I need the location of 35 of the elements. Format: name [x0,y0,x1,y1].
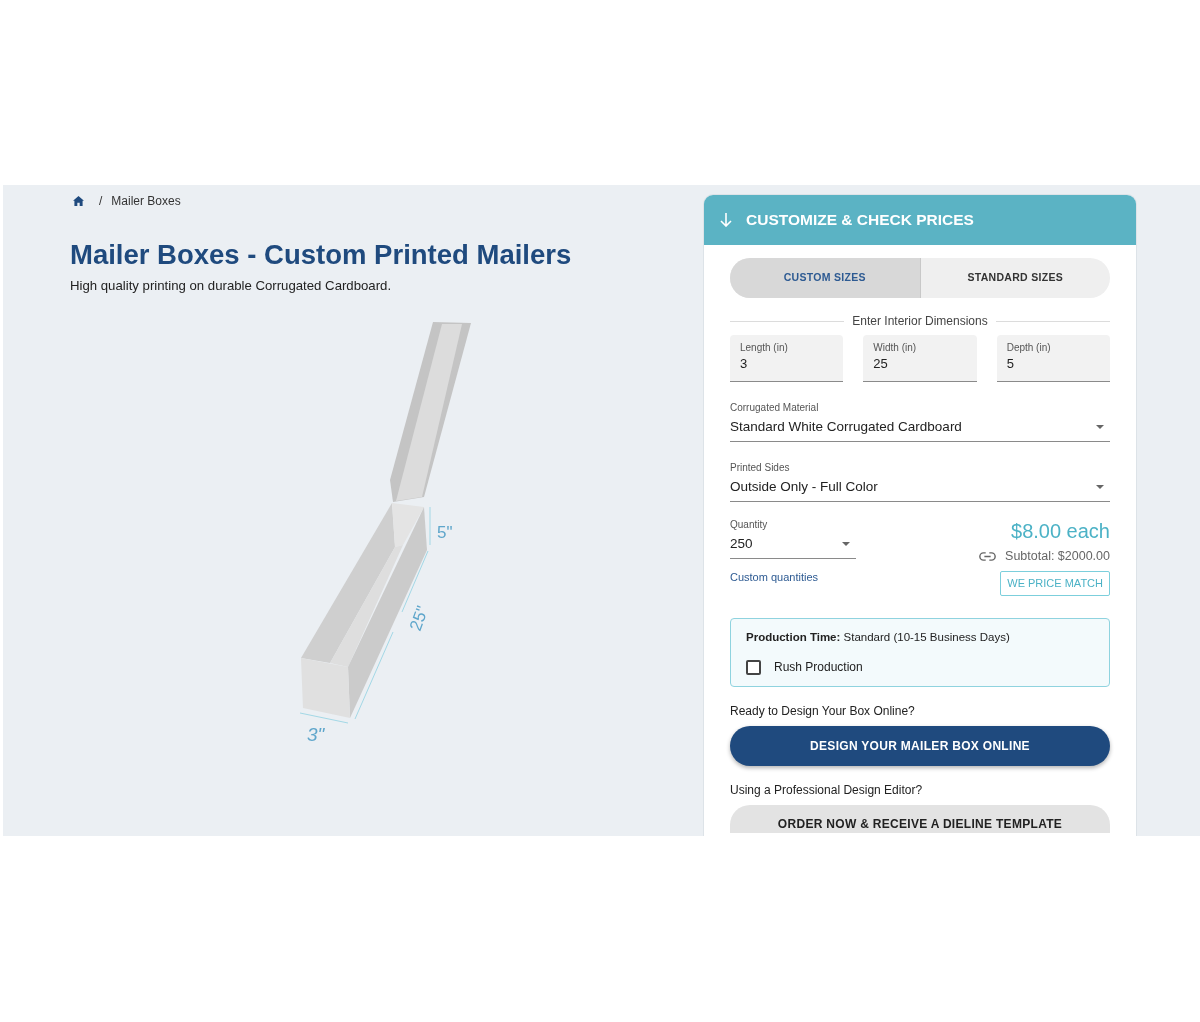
subtotal-text: Subtotal: $2000.00 [1005,548,1110,565]
size-tab[interactable]: STANDARD SIZES [920,258,1110,298]
dimension-field[interactable]: Width (in) 25 [863,335,977,382]
checkbox[interactable] [746,659,761,675]
dimension-field[interactable]: Depth (in) 5 [996,335,1110,382]
unit-price: $8.00 each [1011,519,1110,543]
design-prompt: Ready to Design Your Box Online? [730,703,915,719]
page-subtitle: High quality printing on durable Corrugated Cardboard. [70,277,392,295]
dropdown-field[interactable]: Quantity 250 [730,518,856,559]
dimension-label: 25" [405,603,433,634]
section-heading: Enter Interior Dimensions [851,313,989,329]
card-title: CUSTOMIZE & CHECK PRICES [746,210,974,230]
caret-icon [1096,485,1104,489]
dimension-line [429,506,431,546]
breadcrumb-separator: / [99,193,103,209]
dimension-field[interactable]: Length (in) 3 [730,335,844,382]
dimension-label: 3" [307,724,325,745]
dropdown-field[interactable]: Printed Sides Outside Only - Full Color [730,461,1110,502]
dimension-line [299,712,349,724]
dimension-label: 5" [437,523,453,542]
dieline-template-button[interactable]: ORDER NOW & RECEIVE A DIELINE TEMPLATE [730,805,1110,833]
custom-quantities-link[interactable]: Custom quantities [730,570,819,584]
size-tab[interactable]: CUSTOM SIZES [730,258,921,298]
link-icon[interactable] [979,551,997,561]
checkbox-label: Rush Production [774,659,863,675]
caret-icon [1096,425,1104,429]
arrow-down-icon [720,213,732,227]
breadcrumb-item: Mailer Boxes [111,193,181,209]
home-icon[interactable] [73,196,84,206]
dropdown-field[interactable]: Corrugated Material Standard White Corrugated Cardboard [730,401,1110,442]
page-title: Mailer Boxes - Custom Printed Mailers [70,238,572,272]
production-time-text: Production Time: Standard (10-15 Business Days) [746,630,1010,645]
caret-icon [842,542,850,546]
design-editor-prompt: Using a Professional Design Editor? [730,782,923,798]
design-online-button[interactable]: DESIGN YOUR MAILER BOX ONLINE [730,726,1110,766]
